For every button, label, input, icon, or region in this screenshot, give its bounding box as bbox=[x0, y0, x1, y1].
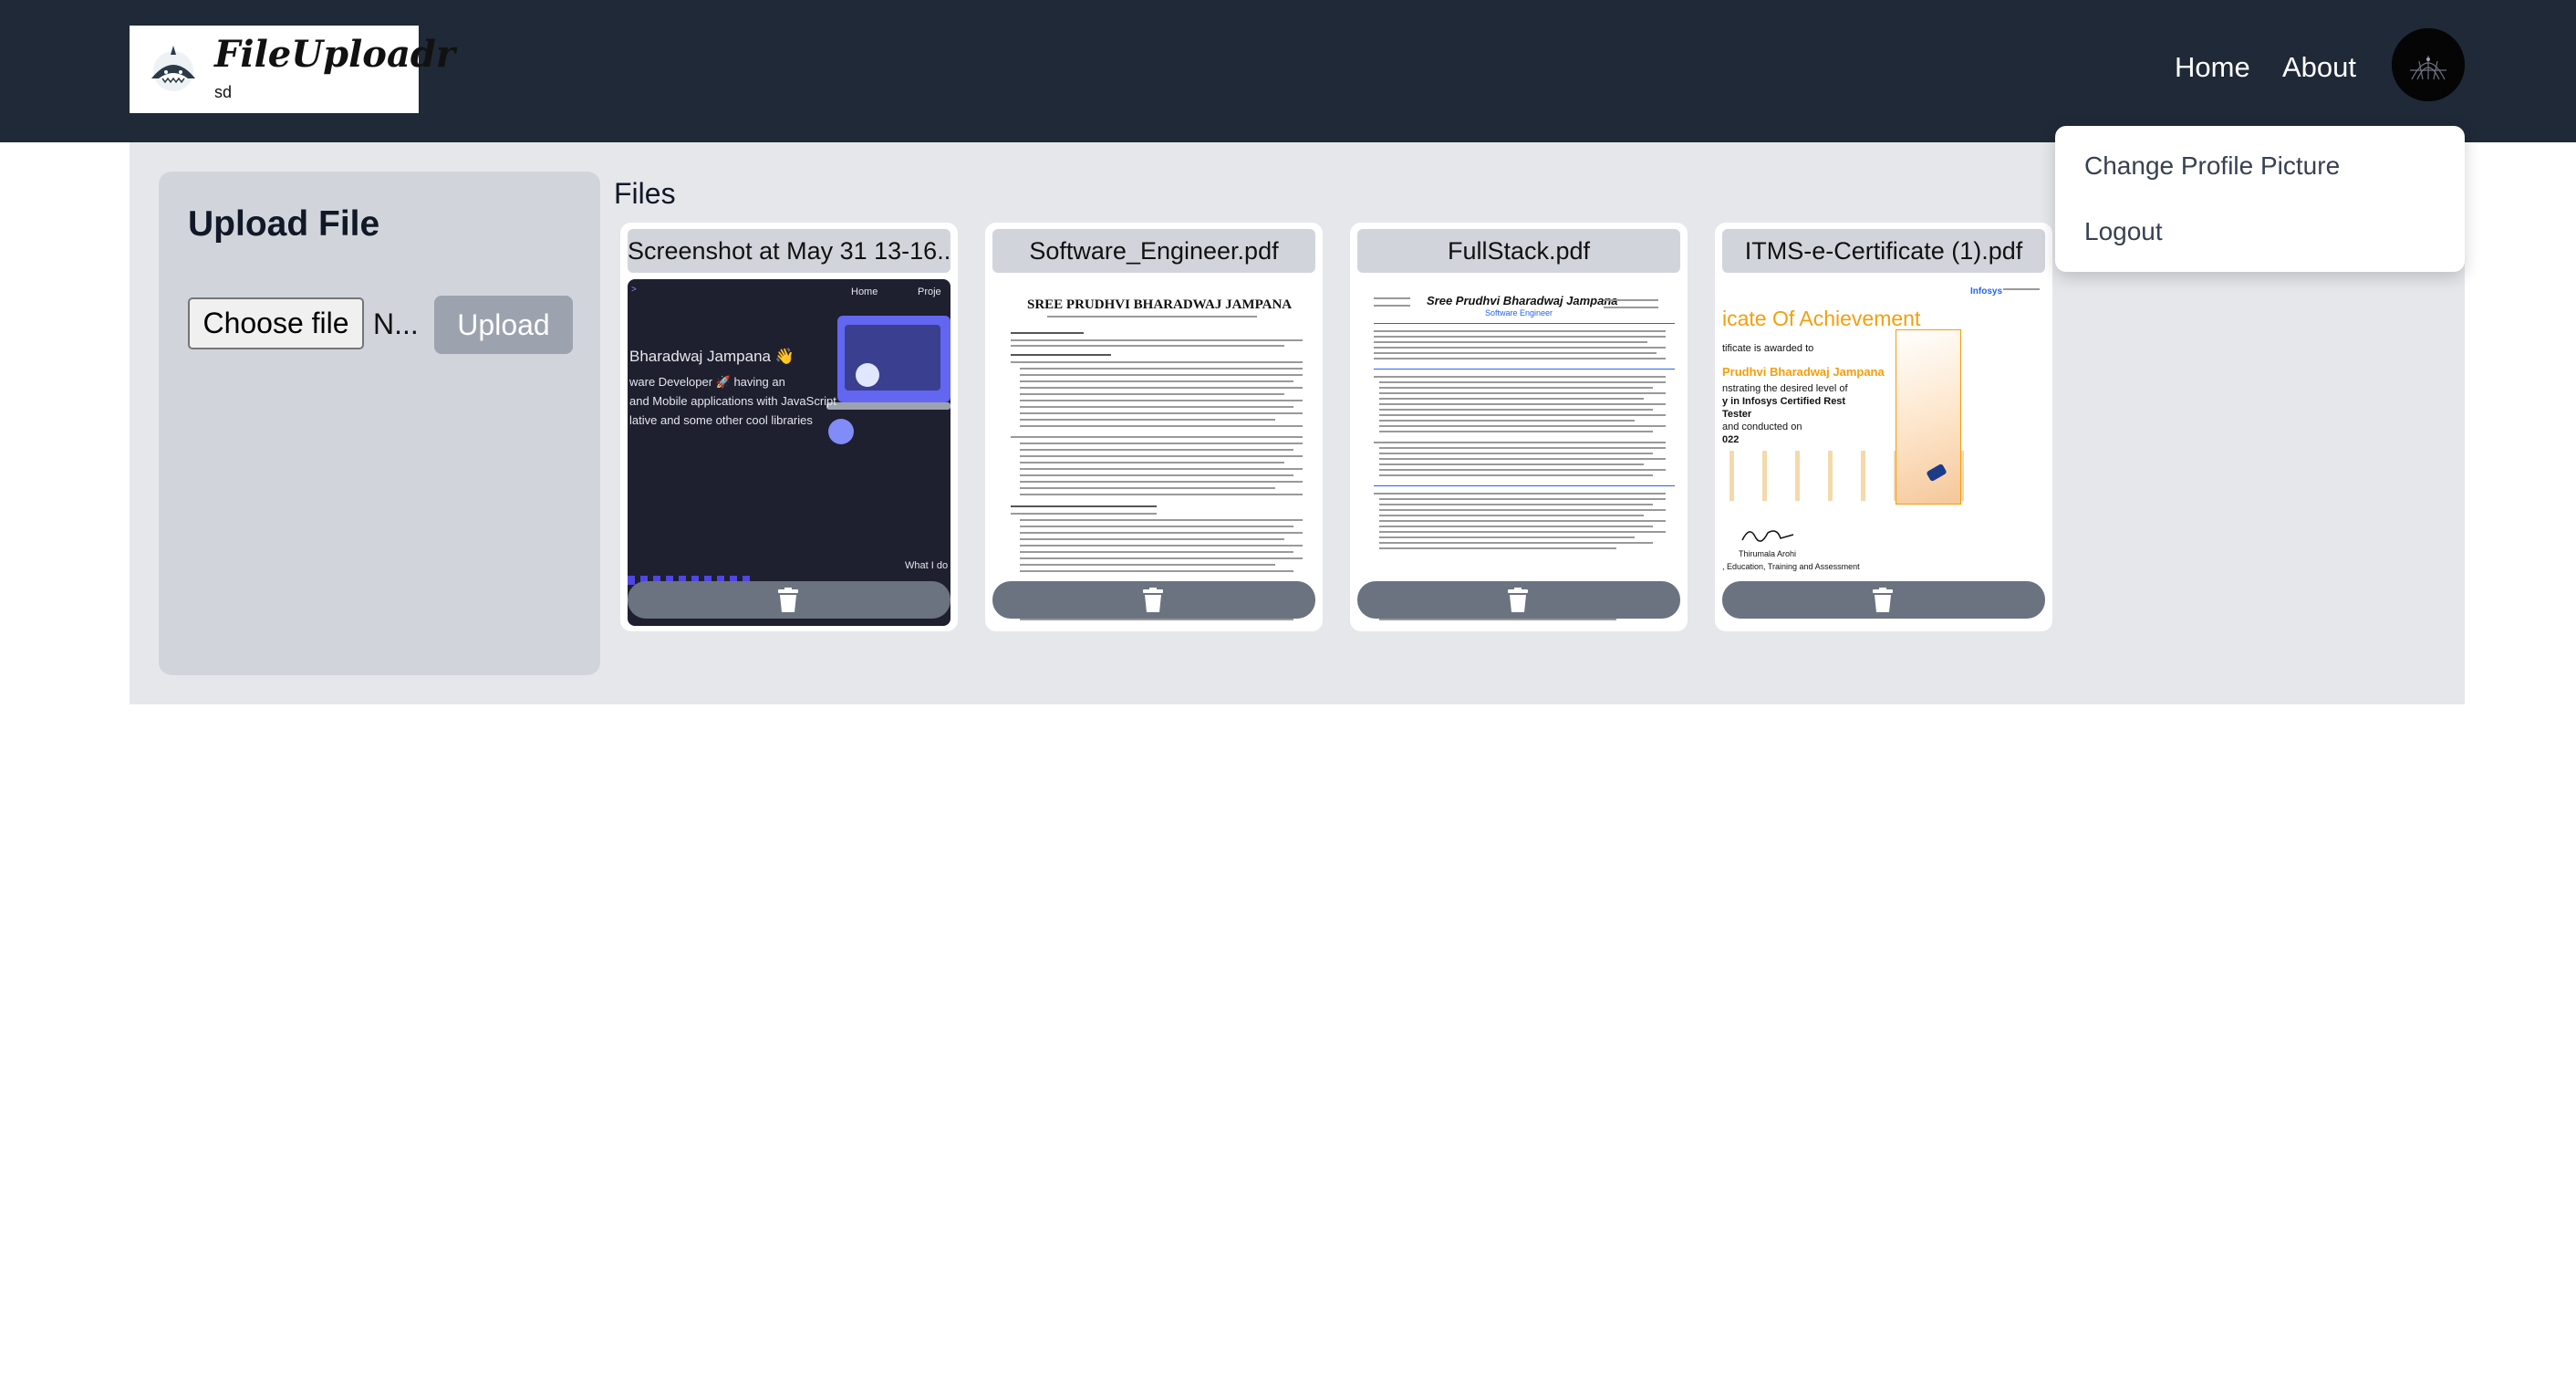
preview-doc-heading: SREE PRUDHVI BHARADWAJ JAMPANA bbox=[1027, 297, 1293, 312]
choose-file-button[interactable]: Choose file bbox=[188, 297, 364, 349]
avatar[interactable] bbox=[2392, 28, 2465, 101]
trash-icon bbox=[1873, 588, 1893, 612]
upload-button[interactable]: Upload bbox=[434, 296, 573, 354]
preview-cert-year: 022 bbox=[1722, 434, 1740, 445]
files-heading: Files bbox=[614, 177, 676, 210]
preview-cert-title: icate Of Achievement bbox=[1722, 307, 1921, 330]
brand-logo[interactable]: FileUploadr sd bbox=[130, 26, 455, 113]
preview-cert-signer: Thirumala Arohi bbox=[1739, 549, 1797, 558]
preview-cert-line-3: Tester bbox=[1722, 409, 1752, 420]
delete-button[interactable] bbox=[628, 581, 950, 619]
file-preview-certificate: Infosys icate Of Achievement tificate is… bbox=[1722, 279, 2045, 626]
preview-line-1: Bharadwaj Jampana 👋 bbox=[629, 348, 795, 365]
file-card[interactable]: Software_Engineer.pdf SREE PRUDHVI BHARA… bbox=[985, 223, 1323, 631]
file-name: Screenshot at May 31 13-16... bbox=[628, 229, 950, 273]
avatar-image bbox=[2392, 28, 2465, 101]
file-card[interactable]: Screenshot at May 31 13-16... Home Proje… bbox=[620, 223, 958, 631]
signature-image bbox=[1741, 530, 1794, 542]
upload-panel: Upload File Choose file N... Upload bbox=[159, 172, 600, 675]
preview-logo-mark: > bbox=[631, 285, 637, 295]
delete-button[interactable] bbox=[992, 581, 1315, 619]
file-status-text: N... bbox=[373, 307, 419, 340]
preview-cert-dept: , Education, Training and Assessment bbox=[1722, 562, 1860, 571]
trash-icon bbox=[1143, 588, 1163, 612]
file-name: ITMS-e-Certificate (1).pdf bbox=[1722, 229, 2045, 273]
preview-doc-heading: Sree Prudhvi Bharadwaj Jampana bbox=[1427, 294, 1618, 307]
upload-title: Upload File bbox=[188, 204, 380, 244]
file-preview-document: Sree Prudhvi Bharadwaj Jampana Software … bbox=[1357, 279, 1680, 626]
preview-doc-role: Software Engineer bbox=[1485, 308, 1553, 318]
brand-title: FileUploadr bbox=[214, 33, 455, 76]
trash-icon bbox=[778, 588, 798, 612]
preview-line-3: and Mobile applications with JavaScript bbox=[629, 394, 836, 408]
file-preview-image: Home Proje > Bharadwaj Jampana 👋 ware De… bbox=[628, 279, 950, 626]
file-card[interactable]: FullStack.pdf Sree Prudhvi Bharadwaj Jam… bbox=[1350, 223, 1688, 631]
trash-icon bbox=[1508, 588, 1528, 612]
preview-cert-brand: Infosys bbox=[1970, 286, 2003, 297]
preview-cert-line-4: and conducted on bbox=[1722, 422, 1802, 432]
file-card[interactable]: ITMS-e-Certificate (1).pdf Infosys icate… bbox=[1715, 223, 2052, 631]
nav-home-link[interactable]: Home bbox=[2175, 51, 2250, 84]
change-profile-picture-item[interactable]: Change Profile Picture bbox=[2084, 151, 2340, 181]
preview-line-4: lative and some other cool libraries bbox=[629, 413, 813, 427]
preview-nav-home: Home bbox=[851, 286, 878, 297]
shark-icon bbox=[151, 46, 195, 91]
delete-button[interactable] bbox=[1722, 581, 2045, 619]
logout-item[interactable]: Logout bbox=[2084, 217, 2163, 246]
delete-button[interactable] bbox=[1357, 581, 1680, 619]
preview-cert-photo bbox=[1896, 329, 1961, 505]
preview-footer: What I do bbox=[905, 560, 949, 571]
file-name: Software_Engineer.pdf bbox=[992, 229, 1315, 273]
preview-cert-awarded: tificate is awarded to bbox=[1722, 343, 1814, 354]
preview-cert-name: Prudhvi Bharadwaj Jampana bbox=[1722, 365, 1885, 379]
preview-cert-line-1: nstrating the desired level of bbox=[1722, 383, 1848, 394]
nav-about-link[interactable]: About bbox=[2282, 51, 2356, 84]
preview-nav-projects: Proje bbox=[918, 286, 941, 297]
preview-laptop-illustration bbox=[837, 316, 950, 402]
preview-line-2: ware Developer 🚀 having an bbox=[629, 375, 785, 389]
navbar: FileUploadr sd Home About bbox=[0, 0, 2576, 142]
profile-dropdown-menu: Change Profile Picture Logout bbox=[2055, 126, 2465, 272]
file-name: FullStack.pdf bbox=[1357, 229, 1680, 273]
brand-subtitle: sd bbox=[214, 83, 233, 101]
preview-cert-line-2: y in Infosys Certified Rest bbox=[1722, 396, 1846, 407]
file-preview-document: SREE PRUDHVI BHARADWAJ JAMPANA bbox=[992, 279, 1315, 626]
